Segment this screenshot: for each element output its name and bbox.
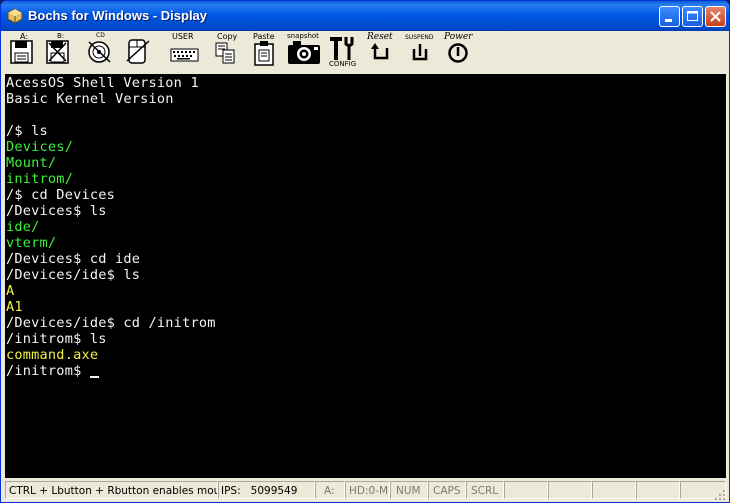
terminal-line: A1 [6,299,23,315]
terminal-line: /Devices$ cd ide [6,251,141,267]
terminal-cursor [89,376,99,378]
cdrom-button[interactable]: CD [85,31,115,74]
user-keyboard-icon [170,48,199,62]
user-button[interactable]: USER [169,31,201,74]
maximize-button[interactable] [682,6,703,27]
status-num: NUM [390,481,428,499]
config-button[interactable]: CONFIG [327,31,359,74]
suspend-button[interactable]: SUSPEND [403,31,439,74]
floppy-a-button[interactable]: A: [7,31,35,74]
title-bar[interactable]: Bochs for Windows - Display [1,1,729,31]
bochs-app-icon [7,8,23,24]
floppy-b-icon [46,40,69,64]
status-ips: IPS: 5099549 [218,481,315,499]
bochs-window: Bochs for Windows - Display A: B: CD USE… [0,0,730,503]
drive-hd-indicator: HD:0-M [349,485,389,497]
close-icon [710,11,721,22]
snapshot-button[interactable]: snapshot [285,31,325,74]
paste-icon [254,41,274,66]
power-icon [448,43,468,63]
terminal-line: /$ ls [6,123,48,139]
copy-button[interactable]: Copy [213,31,239,74]
status-bar: CTRL + Lbutton + Rbutton enables mouse I… [5,480,726,501]
maximize-icon [687,11,698,21]
terminal-line: vterm/ [6,235,57,251]
terminal-line: ide/ [6,219,40,235]
drive-a-indicator: A: [324,485,335,497]
reset-icon [371,43,389,60]
resize-grip-icon[interactable] [714,489,726,501]
terminal-line: /Devices$ ls [6,203,107,219]
floppy-a-icon [10,40,33,64]
terminal-line: Mount/ [6,155,57,171]
status-message: CTRL + Lbutton + Rbutton enables mouse [5,481,218,499]
floppy-b-button[interactable]: B: [43,31,71,74]
window-title: Bochs for Windows - Display [28,8,208,23]
terminal-line: command.axe [6,347,99,363]
cdrom-icon [88,41,111,63]
scroll-lock-indicator: SCRL [471,485,499,497]
status-scrl: SCRL [466,481,504,499]
terminal-line: Devices/ [6,139,74,155]
num-lock-indicator: NUM [396,485,421,497]
vga-display[interactable]: AcessOS Shell Version 1 Basic Kernel Vers… [5,74,726,478]
ips-label: IPS: [221,485,241,497]
status-message-text: CTRL + Lbutton + Rbutton enables mouse [9,485,218,497]
status-caps: CAPS [428,481,466,499]
power-button[interactable]: Power [443,31,479,74]
close-button[interactable] [705,6,726,27]
minimize-button[interactable] [659,6,680,27]
terminal-line: initrom/ [6,171,74,187]
terminal-line: AcessOS Shell Version 1 [6,75,199,91]
terminal-line: Basic Kernel Version [6,91,174,107]
status-panel-empty-1 [504,481,548,499]
status-panel-empty-2 [548,481,592,499]
terminal-line: /Devices/ide$ cd /initrom [6,315,216,331]
toolbar: A: B: CD USER Copy Paste snapshot CONFIG… [5,31,725,74]
paste-button[interactable]: Paste [251,31,279,74]
mouse-icon [126,39,150,64]
status-panel-empty-3 [592,481,636,499]
caps-lock-indicator: CAPS [433,485,461,497]
terminal-line: /$ cd Devices [6,187,115,203]
status-drive-a: A: [315,481,345,499]
config-label: CONFIG [329,60,357,68]
snapshot-camera-icon [288,41,320,64]
suspend-icon [412,44,428,61]
terminal-line: /initrom$ [6,363,90,379]
reset-button[interactable]: Reset [365,31,399,74]
status-drive-hd: HD:0-M [345,481,390,499]
ips-value: 5099549 [250,485,298,497]
copy-icon [215,42,235,64]
terminal-line: /initrom$ ls [6,331,107,347]
terminal-line: A [6,283,15,299]
status-panel-empty-4 [636,481,680,499]
terminal-line: /Devices/ide$ ls [6,267,141,283]
minimize-icon [665,19,672,22]
mouse-toggle-button[interactable] [123,31,155,74]
